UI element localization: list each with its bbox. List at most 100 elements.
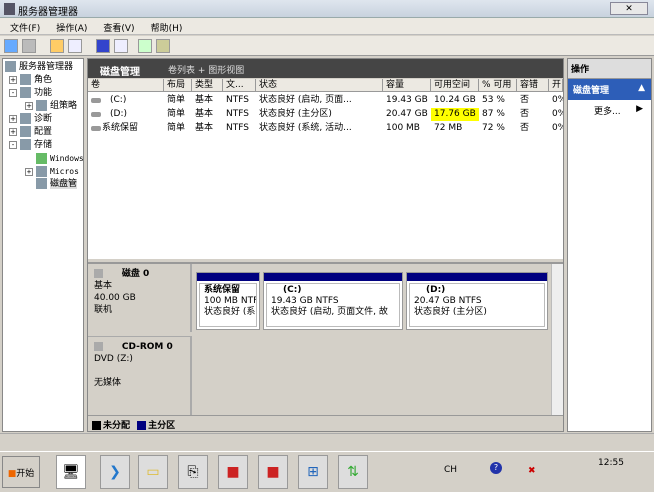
table-cell[interactable]: 87 % <box>479 108 517 121</box>
tree-item-disk-management[interactable]: 磁盘管 <box>36 178 78 191</box>
properties-icon[interactable] <box>156 39 170 53</box>
help-tray-icon[interactable]: ? <box>490 462 502 474</box>
partition-d[interactable]: (D:) 20.47 GB NTFS 状态良好 (主分区) <box>406 272 548 330</box>
refresh-icon[interactable] <box>138 39 152 53</box>
menu-bar: 文件(F) 操作(A) 查看(V) 帮助(H) <box>0 18 654 35</box>
menu-file[interactable]: 文件(F) <box>0 18 46 34</box>
table-cell[interactable]: 19.43 GB <box>383 94 431 107</box>
col-volume[interactable]: 卷 <box>88 79 164 92</box>
col-pct-free[interactable]: % 可用 <box>479 79 517 92</box>
collapse-icon: ▲ <box>638 83 645 93</box>
tree-item-roles[interactable]: + 角色 <box>9 74 52 87</box>
menu-help[interactable]: 帮助(H) <box>141 18 189 34</box>
task-toolbox-2[interactable]: ■ <box>258 455 288 489</box>
forward-icon[interactable] <box>22 39 36 53</box>
tree-item-windows-backup[interactable]: Windows <box>36 152 83 165</box>
table-cell[interactable]: 0% <box>549 108 563 121</box>
cdrom-label[interactable]: CD-ROM 0 DVD (Z:) 无媒体 <box>88 336 192 417</box>
vertical-scrollbar[interactable] <box>551 264 563 417</box>
actions-section-disk-management[interactable]: 磁盘管理 ▲ <box>568 79 651 100</box>
table-cell[interactable]: 状态良好 (系统, 活动... <box>256 122 383 135</box>
table-cell[interactable]: NTFS <box>223 108 256 121</box>
up-icon[interactable] <box>50 39 64 53</box>
table-cell[interactable]: 基本 <box>192 108 223 121</box>
toolbar <box>0 36 654 56</box>
features-icon <box>20 87 31 98</box>
menu-view[interactable]: 查看(V) <box>93 18 140 34</box>
volume-icon <box>91 98 101 103</box>
tree-root[interactable]: 服务器管理器 <box>5 61 73 74</box>
server-manager-icon <box>4 3 15 15</box>
pane-header: 磁盘管理 卷列表 + 图形视图 <box>88 59 563 78</box>
tree-item-storage[interactable]: - 存储 <box>9 139 52 152</box>
back-icon[interactable] <box>4 39 18 53</box>
volume-muted-icon[interactable]: ✖ <box>528 466 536 476</box>
arrow-right-icon: ▶ <box>636 104 643 114</box>
col-free[interactable]: 可用空间 <box>431 79 479 92</box>
tree-item-features[interactable]: - 功能 <box>9 87 52 100</box>
task-network[interactable]: ⎘ <box>178 455 208 489</box>
task-windows[interactable]: ⊞ <box>298 455 328 489</box>
table-cell[interactable]: 100 MB <box>383 122 431 135</box>
help-icon[interactable] <box>96 39 110 53</box>
status-bar <box>0 433 654 449</box>
menu-action[interactable]: 操作(A) <box>46 18 93 34</box>
tree-item-diagnostics[interactable]: + 诊断 <box>9 113 52 126</box>
title-bar: 服务器管理器 ✕ <box>0 0 654 18</box>
disk-icon <box>94 269 103 278</box>
show-hide-tree-icon[interactable] <box>68 39 82 53</box>
partition-c[interactable]: (C:) 19.43 GB NTFS 状态良好 (启动, 页面文件, 故 <box>263 272 403 330</box>
col-capacity[interactable]: 容量 <box>383 79 431 92</box>
table-cell[interactable]: 否 <box>517 108 549 121</box>
table-cell[interactable]: NTFS <box>223 122 256 135</box>
cdrom-icon <box>94 342 103 351</box>
partition-system-reserved[interactable]: 系统保留100 MB NTFS状态良好 (系 <box>196 272 260 330</box>
table-cell[interactable]: 状态良好 (启动, 页面... <box>256 94 383 107</box>
table-cell[interactable]: 简单 <box>164 108 192 121</box>
language-indicator[interactable]: CH <box>444 465 457 475</box>
configuration-icon <box>20 126 31 137</box>
primary-swatch <box>137 421 147 430</box>
table-cell[interactable]: 17.76 GB <box>431 108 479 121</box>
tree-item-gpo[interactable]: + 组策略 <box>25 100 77 113</box>
table-cell[interactable]: 简单 <box>164 94 192 107</box>
show-hide-action-icon[interactable] <box>114 39 128 53</box>
close-button[interactable]: ✕ <box>610 2 648 15</box>
task-backup[interactable]: ⇅ <box>338 455 368 489</box>
task-powershell[interactable]: ❯ <box>100 455 130 489</box>
col-fault[interactable]: 容错 <box>517 79 549 92</box>
volume-icon <box>91 112 101 117</box>
table-cell[interactable]: 72 MB <box>431 122 479 135</box>
table-cell[interactable]: 简单 <box>164 122 192 135</box>
clock[interactable]: 12:55 <box>598 458 624 468</box>
table-cell[interactable]: 10.24 GB <box>431 94 479 107</box>
start-button[interactable]: ■开始 <box>2 456 40 488</box>
table-cell[interactable]: 状态良好 (主分区) <box>256 108 383 121</box>
table-cell[interactable]: 0% <box>549 122 563 135</box>
table-cell[interactable]: 20.47 GB <box>383 108 431 121</box>
table-cell[interactable]: 0% <box>549 94 563 107</box>
table-cell[interactable]: NTFS <box>223 94 256 107</box>
table-cell[interactable]: 53 % <box>479 94 517 107</box>
table-cell[interactable]: 否 <box>517 94 549 107</box>
graphical-view: 磁盘 0 基本40.00 GB联机 系统保留100 MB NTFS状态良好 (系… <box>88 262 563 417</box>
disk0-label[interactable]: 磁盘 0 基本 40.00 GB 联机 <box>88 264 192 332</box>
col-layout[interactable]: 布局 <box>164 79 192 92</box>
col-type[interactable]: 类型 <box>192 79 223 92</box>
col-status[interactable]: 状态 <box>256 79 383 92</box>
actions-pane: 操作 磁盘管理 ▲ 更多... ▶ <box>567 58 652 432</box>
more-actions[interactable]: 更多... ▶ <box>568 100 651 117</box>
task-server-manager[interactable]: 🖥 <box>56 455 86 489</box>
table-cell[interactable]: 否 <box>517 122 549 135</box>
col-fs[interactable]: 文... <box>223 79 256 92</box>
tree-item-configuration[interactable]: + 配置 <box>9 126 52 139</box>
tree-item-microsoft[interactable]: + Micros <box>25 165 79 178</box>
disk-icon <box>36 178 47 189</box>
table-cell[interactable]: 基本 <box>192 122 223 135</box>
table-cell[interactable]: 72 % <box>479 122 517 135</box>
col-overhead[interactable]: 开 <box>549 79 563 92</box>
task-explorer[interactable]: ▭ <box>138 455 168 489</box>
task-toolbox-1[interactable]: ■ <box>218 455 248 489</box>
table-cell[interactable]: 基本 <box>192 94 223 107</box>
gpo-icon <box>36 100 47 111</box>
